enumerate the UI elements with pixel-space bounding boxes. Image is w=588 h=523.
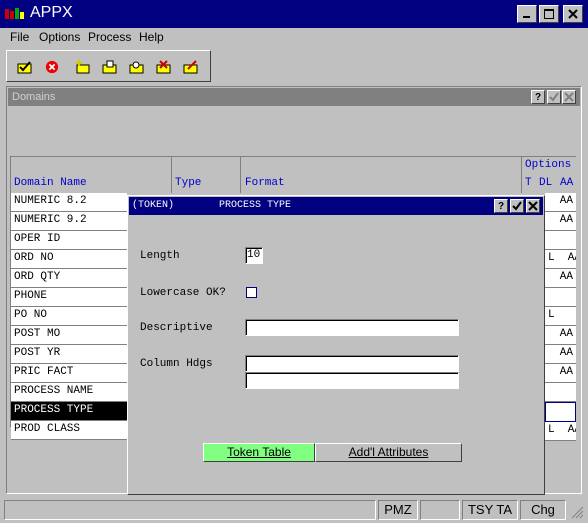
descriptive-label: Descriptive	[140, 322, 213, 334]
toolbar-search-button[interactable]	[126, 56, 148, 78]
menu-file[interactable]: File	[10, 30, 29, 44]
format-header[interactable]: Format	[245, 177, 285, 189]
dl-header: DL	[539, 177, 553, 189]
table-cell-options: AA	[545, 212, 576, 231]
dialog-close-button[interactable]	[526, 199, 540, 213]
column-hdgs-label: Column Hdgs	[140, 358, 213, 370]
toolbar-cancel-button[interactable]	[41, 56, 63, 78]
status-cell-2	[420, 500, 460, 520]
descriptive-field[interactable]	[245, 319, 459, 336]
resize-grip-icon[interactable]	[568, 503, 584, 519]
dialog-title-bar	[129, 197, 543, 215]
close-icon	[568, 9, 578, 19]
close-icon	[564, 92, 574, 102]
new-item-icon	[76, 60, 90, 74]
status-cell-1: PMZ	[378, 500, 418, 520]
maximize-icon	[544, 9, 554, 19]
type-header[interactable]: Type	[175, 177, 201, 189]
toolbar-edit-button[interactable]	[180, 56, 202, 78]
domain-name-header[interactable]: Domain Name	[14, 177, 87, 189]
domains-close-button[interactable]	[562, 90, 576, 104]
folder-delete-icon	[156, 60, 171, 74]
table-cell-options: L AA	[545, 250, 576, 269]
table-cell-options: L AA	[545, 422, 576, 441]
minimize-icon	[523, 16, 530, 18]
domains-title-bar	[8, 88, 580, 106]
table-row[interactable]: PO NO	[11, 307, 127, 326]
table-row-selected[interactable]: PROCESS TYPE	[11, 402, 127, 421]
options-header: Options	[525, 159, 572, 171]
table-row[interactable]: ORD NO	[11, 250, 127, 269]
domains-accept-button[interactable]	[547, 90, 561, 104]
table-cell-options	[545, 231, 576, 250]
checkmark-icon	[549, 92, 559, 102]
close-icon	[528, 201, 538, 211]
table-row[interactable]: PRIC FACT	[11, 364, 127, 383]
column-hdg-1-field[interactable]	[245, 355, 459, 372]
table-cell-options: AA	[545, 269, 576, 288]
table-cell-options: L	[545, 307, 576, 326]
table-cell-options	[545, 383, 576, 402]
grid-header	[10, 156, 576, 193]
grid-header-divider	[240, 156, 241, 193]
lowercase-checkbox[interactable]	[246, 287, 257, 298]
column-hdg-2-field[interactable]	[245, 372, 459, 389]
table-row[interactable]: PROD CLASS	[11, 421, 127, 440]
menu-options[interactable]: Options	[39, 30, 80, 44]
table-cell-options: AA	[545, 326, 576, 345]
maximize-button[interactable]	[539, 5, 559, 23]
checkmark-folder-icon	[17, 61, 32, 74]
domains-window-title: Domains	[12, 91, 56, 103]
table-row[interactable]: ORD QTY	[11, 269, 127, 288]
dialog-help-button[interactable]: ?	[494, 199, 508, 213]
toolbar-delete-button[interactable]	[153, 56, 175, 78]
aa-header: AA	[560, 177, 574, 189]
cancel-icon	[45, 60, 59, 74]
folder-search-icon	[129, 61, 144, 74]
toolbar-accept-button[interactable]	[14, 56, 36, 78]
lowercase-label: Lowercase OK?	[140, 287, 226, 299]
window-title: APPX	[30, 4, 73, 21]
dialog-title: PROCESS TYPE	[219, 200, 292, 211]
checkmark-icon	[512, 201, 522, 211]
status-cell-3: TSY TA	[462, 500, 518, 520]
table-cell-options	[545, 288, 576, 307]
grid-header-divider	[521, 156, 522, 193]
table-cell-options: AA	[545, 345, 576, 364]
dialog-accept-button[interactable]	[510, 199, 524, 213]
table-cell-options-selected	[545, 402, 576, 422]
table-row[interactable]: NUMERIC 9.2	[11, 212, 127, 231]
folder-edit-icon	[183, 60, 198, 74]
table-cell-options: AA	[545, 193, 576, 212]
close-button[interactable]	[563, 5, 583, 23]
table-row[interactable]: POST YR	[11, 345, 127, 364]
menu-help[interactable]: Help	[139, 30, 164, 44]
table-row[interactable]: POST MO	[11, 326, 127, 345]
table-row[interactable]: PHONE	[11, 288, 127, 307]
status-cell-4: Chg	[520, 500, 566, 520]
domain-list: NUMERIC 8.2 NUMERIC 9.2 OPER ID ORD NO O…	[10, 193, 127, 440]
app-logo-icon	[5, 7, 25, 21]
table-cell-options: AA	[545, 364, 576, 383]
folder-open-icon	[102, 60, 117, 74]
table-row[interactable]: OPER ID	[11, 231, 127, 250]
table-row[interactable]: NUMERIC 8.2	[11, 193, 127, 212]
title-bar	[0, 0, 588, 28]
length-field[interactable]: 10	[245, 247, 263, 264]
toolbar-open-button[interactable]	[99, 56, 121, 78]
status-cell-main	[4, 500, 376, 520]
addl-attributes-button[interactable]: Add'l Attributes	[315, 443, 462, 462]
menu-process[interactable]: Process	[88, 30, 131, 44]
length-label: Length	[140, 250, 180, 262]
minimize-button[interactable]	[517, 5, 537, 23]
t-header: T	[525, 177, 532, 189]
domains-help-button[interactable]: ?	[531, 90, 545, 104]
grid-header-divider	[171, 156, 172, 193]
token-table-button[interactable]: Token Table	[203, 443, 315, 462]
table-row[interactable]: PROCESS NAME	[11, 383, 127, 402]
dialog-token-label: (TOKEN)	[132, 200, 175, 211]
toolbar-new-button[interactable]	[72, 56, 94, 78]
options-column: AA AA L AA AA L AA AA AA L AA	[545, 193, 576, 441]
